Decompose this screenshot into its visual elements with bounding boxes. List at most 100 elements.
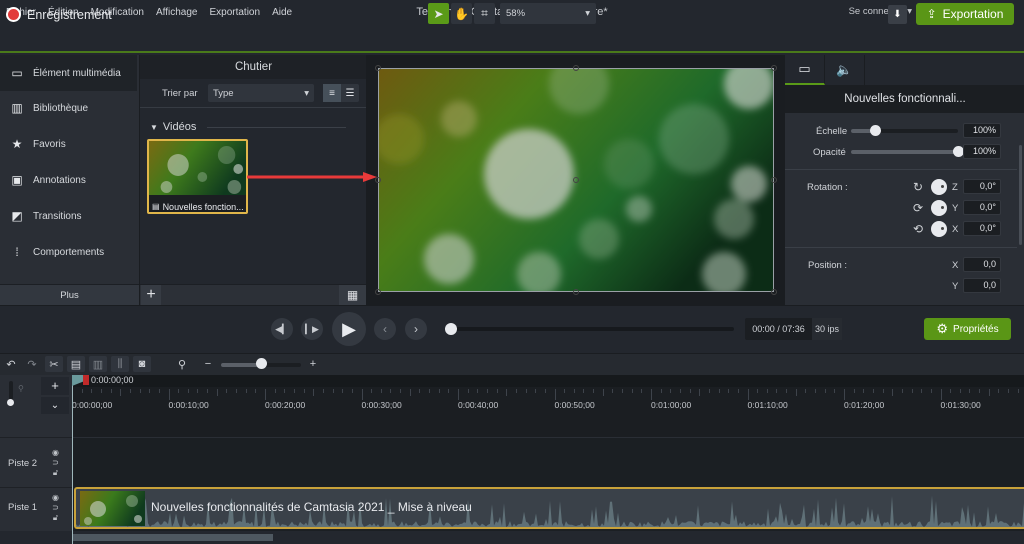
previous-marker-button[interactable]: ‹ [374, 318, 396, 340]
opacity-input[interactable]: 100% [963, 144, 1001, 159]
playhead-end-marker[interactable] [83, 375, 89, 385]
sort-descending-button[interactable]: ☰ [341, 84, 359, 102]
lock-icon[interactable]: 🔓︎ [53, 468, 58, 478]
ruler-label: 0:01:20;00 [844, 400, 885, 410]
split-button[interactable]: ⫼ [111, 356, 129, 372]
add-track-button[interactable]: + [41, 377, 69, 395]
copy-button[interactable]: ▤ [67, 356, 85, 372]
record-button[interactable]: Enregistrement [6, 7, 112, 22]
sidebar-item-favorites[interactable]: ★ Favoris [0, 126, 137, 162]
rotation-z-dial[interactable] [931, 179, 947, 195]
ruler-tick [795, 389, 797, 396]
resize-handle-bottom-left[interactable] [375, 289, 381, 295]
pan-tool-button[interactable]: ✋ [451, 3, 472, 24]
menu-exportation[interactable]: Exportation [203, 7, 266, 18]
track-options-button[interactable]: ⌄ [41, 397, 69, 414]
playback-scrubber[interactable] [450, 327, 734, 331]
sidebar-item-label: Favoris [33, 138, 66, 150]
download-button[interactable]: ⬇ [888, 5, 907, 24]
rotate-handle[interactable] [573, 177, 579, 183]
export-button[interactable]: ⇪ Exportation [916, 3, 1014, 25]
ruler-tick [1008, 389, 1010, 393]
divider [72, 437, 1024, 438]
redo-button[interactable]: ↷ [23, 356, 41, 372]
sort-by-dropdown[interactable]: Type ▾ [208, 84, 314, 102]
rotation-y-input[interactable]: 0,0° [963, 200, 1001, 215]
playhead-line[interactable] [72, 375, 73, 544]
collapse-triangle-icon: ▼ [150, 122, 158, 132]
timeline-horizontal-scrollbar[interactable] [72, 531, 1024, 544]
more-button[interactable]: Plus [0, 284, 139, 305]
menu-aide[interactable]: Aide [266, 7, 298, 18]
menu-affichage[interactable]: Affichage [150, 7, 204, 18]
copy-icon: ▤ [70, 358, 82, 371]
timeline-zoom-knob[interactable] [256, 358, 267, 369]
scale-slider-knob[interactable] [869, 125, 881, 136]
sidebar-item-library[interactable]: ▥ Bibliothèque [0, 90, 137, 126]
preview-canvas[interactable] [366, 55, 784, 305]
play-button[interactable]: ▶ [332, 312, 366, 346]
resize-handle-top-right[interactable] [771, 65, 777, 71]
step-back-icon: ◀▎ [275, 323, 289, 334]
paste-button[interactable]: ▥ [89, 356, 107, 372]
lock-icon[interactable]: 🔓︎ [53, 513, 58, 523]
scale-slider[interactable] [851, 125, 958, 136]
zoom-in-button[interactable]: + [304, 356, 322, 372]
track-height-knob[interactable] [7, 399, 14, 406]
ruler-tick [158, 389, 160, 393]
zoom-level-dropdown[interactable]: 58% ▾ [500, 3, 596, 24]
rotation-x-dial[interactable] [931, 221, 947, 237]
rotation-x-input[interactable]: 0,0° [963, 221, 1001, 236]
eye-icon[interactable]: ◉ [52, 493, 59, 502]
magnet-icon[interactable]: ⊃ [52, 503, 59, 512]
scale-input[interactable]: 100% [963, 123, 1001, 138]
playback-scrubber-knob[interactable] [445, 323, 457, 335]
sidebar-item-label: Élément multimédia [33, 67, 121, 79]
ruler-tick [429, 389, 431, 393]
sidebar-item-behaviors[interactable]: ⁞ Comportements [0, 234, 137, 270]
add-media-button[interactable]: + [141, 285, 161, 305]
select-tool-button[interactable]: ➤ [428, 3, 449, 24]
tab-visual-properties[interactable]: ▭ [785, 55, 825, 85]
position-y-input[interactable]: 0,0 [963, 278, 1001, 293]
media-item-thumbnail[interactable]: ▤ Nouvelles fonction... [147, 139, 248, 214]
properties-button[interactable]: ⚙ Propriétés [924, 318, 1011, 340]
track-header-piste-1[interactable]: Piste 1 ◉ ⊃ 🔓︎ [0, 487, 72, 531]
crop-tool-button[interactable]: ⌗ [474, 3, 495, 24]
view-mode-button[interactable]: ▦ [339, 285, 366, 305]
resize-handle-top-left[interactable] [375, 65, 381, 71]
resize-handle-bottom-right[interactable] [771, 289, 777, 295]
opacity-slider[interactable] [851, 146, 964, 157]
next-marker-button[interactable]: › [405, 318, 427, 340]
snapshot-button[interactable]: ◙ [133, 356, 151, 372]
position-x-input[interactable]: 0,0 [963, 257, 1001, 272]
ruler-tick [342, 389, 344, 393]
tab-audio-properties[interactable]: 🔈 [825, 55, 865, 85]
sort-ascending-button[interactable]: ≡ [323, 84, 341, 102]
zoom-fit-button[interactable]: ⚲ [173, 356, 191, 372]
videos-section-header[interactable]: ▼ Vidéos [150, 121, 196, 133]
resize-handle-top[interactable] [573, 65, 579, 71]
step-forward-button[interactable]: ▎▶ [301, 318, 323, 340]
timeline-clip[interactable]: Nouvelles fonctionnalités de Camtasia 20… [74, 487, 1024, 529]
magnet-icon[interactable]: ⊃ [52, 458, 59, 467]
step-back-button[interactable]: ◀▎ [271, 318, 293, 340]
resize-handle-bottom[interactable] [573, 289, 579, 295]
resize-handle-right[interactable] [771, 177, 777, 183]
sidebar-item-transitions[interactable]: ◩ Transitions [0, 198, 137, 234]
properties-scrollbar[interactable] [1019, 145, 1022, 245]
undo-button[interactable]: ↶ [2, 356, 20, 372]
scrollbar-thumb[interactable] [73, 534, 273, 541]
zoom-out-button[interactable]: − [199, 356, 217, 372]
zoom-level-value: 58% [506, 8, 526, 19]
rotation-label: Rotation : [807, 182, 848, 193]
sidebar-item-annotations[interactable]: ▣ Annotations [0, 162, 137, 198]
sidebar-item-media[interactable]: ▭ Élément multimédia [0, 55, 137, 91]
ruler-tick [303, 389, 305, 393]
track-header-piste-2[interactable]: Piste 2 ◉ ⊃ 🔓︎ [0, 437, 72, 487]
rotation-y-dial[interactable] [931, 200, 947, 216]
eye-icon[interactable]: ◉ [52, 448, 59, 457]
ruler-tick [766, 389, 768, 393]
rotation-z-input[interactable]: 0,0° [963, 179, 1001, 194]
cut-button[interactable]: ✂ [45, 356, 63, 372]
